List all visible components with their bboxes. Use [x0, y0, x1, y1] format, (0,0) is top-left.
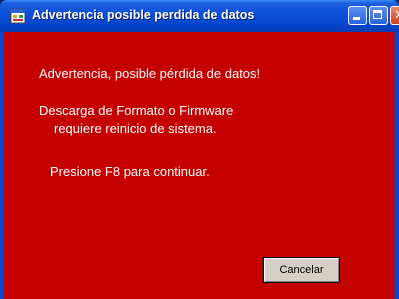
- message-line-download: Descarga de Formato o Firmware: [39, 103, 234, 118]
- cancel-button[interactable]: Cancelar: [263, 257, 340, 283]
- app-window-icon: [10, 8, 26, 24]
- title-bar[interactable]: Advertencia posible perdida de datos ✕: [0, 0, 399, 32]
- maximize-icon: [373, 10, 382, 19]
- window-frame-right: [395, 32, 399, 299]
- message-line-restart: requiere reinicio de sistema.: [54, 121, 217, 136]
- window-title: Advertencia posible perdida de datos: [32, 8, 255, 22]
- minimize-button[interactable]: [348, 6, 367, 25]
- warning-dialog-window: Advertencia posible perdida de datos ✕ A…: [0, 0, 399, 299]
- dialog-client-area: Advertencia, posible pérdida de datos! D…: [4, 32, 395, 299]
- message-line-continue: Presione F8 para continuar.: [50, 164, 210, 179]
- maximize-button[interactable]: [369, 6, 388, 25]
- close-button[interactable]: ✕: [390, 6, 399, 25]
- close-icon: ✕: [391, 7, 399, 24]
- warning-heading: Advertencia, posible pérdida de datos!: [39, 66, 261, 81]
- minimize-icon: [353, 17, 360, 20]
